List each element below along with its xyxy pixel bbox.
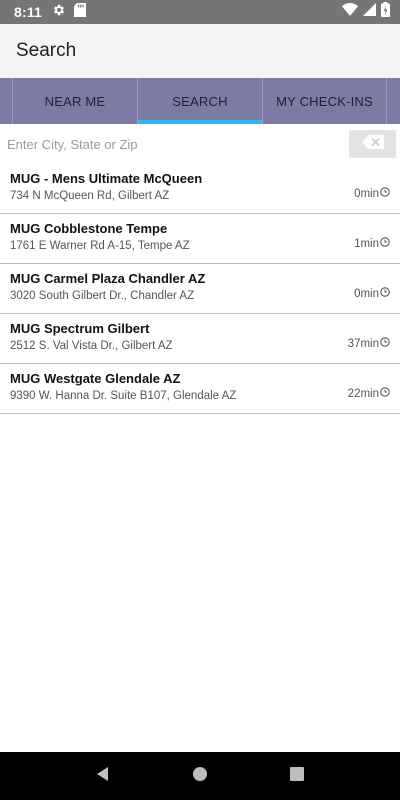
salon-name: MUG Cobblestone Tempe <box>10 221 168 236</box>
salon-name: MUG Spectrum Gilbert <box>10 321 150 336</box>
wait-time-value: 37min <box>347 337 379 350</box>
salon-address: 1761 E Warner Rd A-15, Tempe AZ <box>10 240 190 252</box>
status-bar: 8:11 <box>0 0 400 24</box>
results-list: MUG - Mens Ultimate McQueen 734 N McQuee… <box>0 164 400 414</box>
status-time: 8:11 <box>14 4 43 20</box>
clock-icon <box>380 237 390 250</box>
tab-label: NEAR ME <box>44 93 106 109</box>
back-triangle-icon <box>95 766 111 787</box>
list-item[interactable]: MUG Carmel Plaza Chandler AZ 3020 South … <box>0 264 400 314</box>
wait-time-value: 0min <box>354 187 379 200</box>
signal-icon <box>363 3 376 21</box>
home-button[interactable] <box>180 756 220 796</box>
list-item[interactable]: MUG Cobblestone Tempe 1761 E Warner Rd A… <box>0 214 400 264</box>
home-circle-icon <box>192 766 208 787</box>
system-nav-bar <box>0 752 400 800</box>
tab-near-me[interactable]: NEAR ME <box>12 78 137 124</box>
clock-icon <box>380 287 390 300</box>
salon-address: 9390 W. Hanna Dr. Suite B107, Glendale A… <box>10 390 237 402</box>
wait-time-value: 22min <box>347 387 379 400</box>
salon-address: 3020 South Gilbert Dr., Chandler AZ <box>10 290 195 302</box>
sd-card-icon <box>74 2 87 22</box>
app-bar: Search <box>0 24 400 78</box>
salon-name: MUG Westgate Glendale AZ <box>10 371 181 386</box>
back-button[interactable] <box>83 756 123 796</box>
wait-time: 1min <box>354 237 390 250</box>
recents-square-icon <box>289 766 304 786</box>
wait-time: 0min <box>354 187 390 200</box>
recents-button[interactable] <box>277 756 317 796</box>
clock-icon <box>380 337 390 350</box>
search-bar <box>0 124 400 164</box>
list-item[interactable]: MUG Westgate Glendale AZ 9390 W. Hanna D… <box>0 364 400 414</box>
wifi-icon <box>342 3 358 21</box>
tab-search[interactable]: SEARCH <box>137 78 262 124</box>
wait-time: 22min <box>348 387 390 400</box>
tab-bar: NEAR ME SEARCH MY CHECK-INS <box>0 78 400 124</box>
clear-search-button[interactable] <box>349 130 396 158</box>
list-item[interactable]: MUG - Mens Ultimate McQueen 734 N McQuee… <box>0 164 400 214</box>
salon-name: MUG Carmel Plaza Chandler AZ <box>10 271 206 286</box>
clock-icon <box>380 187 390 200</box>
battery-icon <box>381 2 390 22</box>
gear-icon <box>52 3 66 22</box>
backspace-icon <box>361 134 384 154</box>
tab-label: MY CHECK-INS <box>276 93 373 109</box>
wait-time: 37min <box>348 337 390 350</box>
wait-time-value: 0min <box>354 287 379 300</box>
wait-time: 0min <box>354 287 390 300</box>
search-input[interactable] <box>7 129 349 159</box>
tab-label: SEARCH <box>172 93 228 109</box>
wait-time-value: 1min <box>354 237 379 250</box>
salon-address: 734 N McQueen Rd, Gilbert AZ <box>10 190 170 202</box>
page-title: Search <box>16 40 77 61</box>
salon-address: 2512 S. Val Vista Dr., Gilbert AZ <box>10 340 173 352</box>
clock-icon <box>380 387 390 400</box>
tab-my-check-ins[interactable]: MY CHECK-INS <box>262 78 387 124</box>
list-item[interactable]: MUG Spectrum Gilbert 2512 S. Val Vista D… <box>0 314 400 364</box>
salon-name: MUG - Mens Ultimate McQueen <box>10 171 203 186</box>
